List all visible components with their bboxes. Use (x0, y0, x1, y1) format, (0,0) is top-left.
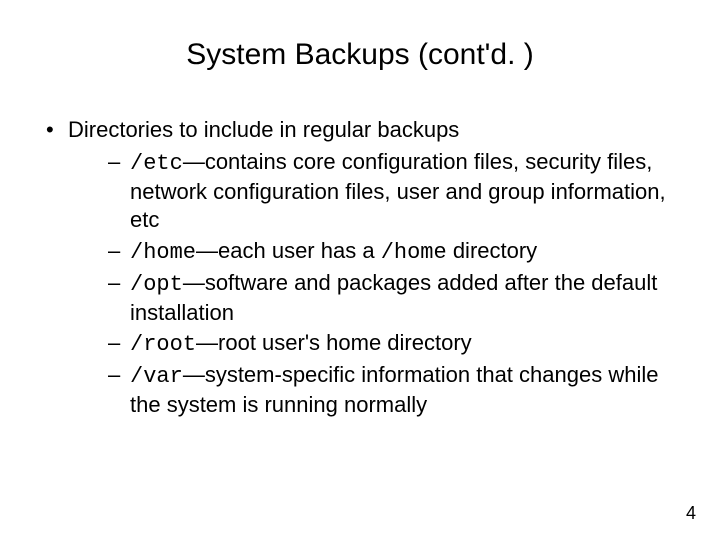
item-text: contains core configuration files, secur… (130, 149, 666, 232)
dash: — (196, 238, 218, 263)
bullet-list-level1: Directories to include in regular backup… (40, 116, 680, 420)
path-code: /home (130, 240, 196, 265)
path-code: /etc (130, 151, 183, 176)
item-text: system-specific information that changes… (130, 362, 658, 417)
list-item: /root—root user's home directory (108, 329, 680, 359)
slide: System Backups (cont'd. ) Directories to… (0, 0, 720, 540)
dash: — (183, 149, 205, 174)
item-text: each user has a (218, 238, 381, 263)
dash: — (183, 270, 205, 295)
bullet-item: Directories to include in regular backup… (40, 116, 680, 420)
list-item: /home—each user has a /home directory (108, 237, 680, 267)
list-item: /var—system-specific information that ch… (108, 361, 680, 419)
item-text: software and packages added after the de… (130, 270, 657, 325)
path-code: /var (130, 364, 183, 389)
dash: — (183, 362, 205, 387)
list-item: /etc—contains core configuration files, … (108, 148, 680, 234)
list-item: /opt—software and packages added after t… (108, 269, 680, 327)
dash: — (196, 330, 218, 355)
path-code: /home (381, 240, 447, 265)
page-number: 4 (686, 503, 696, 524)
bullet-text: Directories to include in regular backup… (68, 117, 459, 142)
path-code: /opt (130, 272, 183, 297)
slide-title: System Backups (cont'd. ) (40, 38, 680, 72)
slide-body: Directories to include in regular backup… (40, 116, 680, 420)
item-text: directory (447, 238, 537, 263)
item-text: root user's home directory (218, 330, 472, 355)
path-code: /root (130, 332, 196, 357)
bullet-list-level2: /etc—contains core configuration files, … (68, 148, 680, 419)
